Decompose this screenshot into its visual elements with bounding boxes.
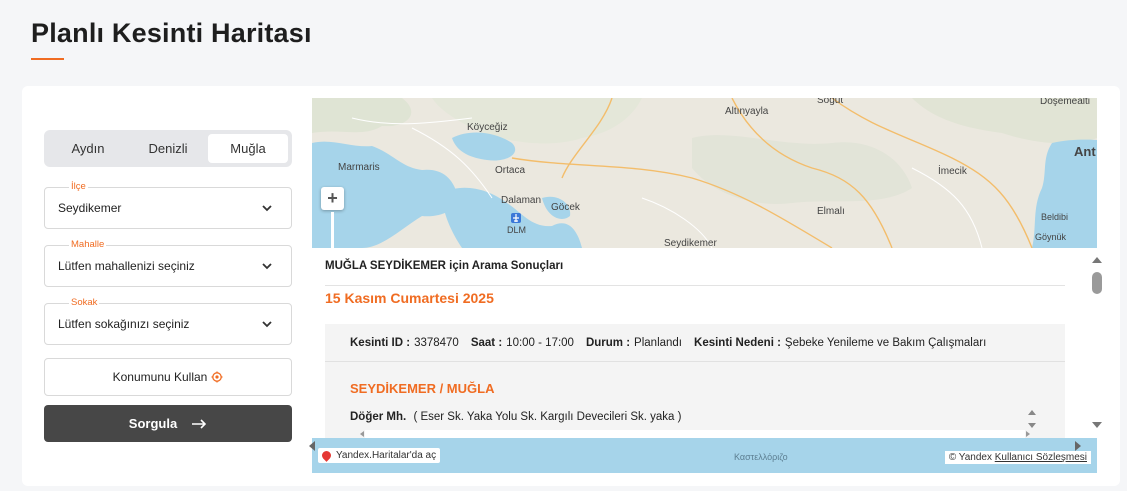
outage-time-value: 10:00 - 17:00 bbox=[506, 336, 574, 349]
map-label-dalaman: Dalaman bbox=[501, 195, 542, 206]
chevron-down-icon bbox=[262, 321, 272, 328]
map-label-marmaris: Marmaris bbox=[338, 162, 380, 173]
map-terrain bbox=[312, 98, 1097, 248]
map-label-dlm: DLM bbox=[507, 225, 527, 235]
map-label-goynuk: Göynük bbox=[1035, 232, 1067, 242]
neighborhood-value: Lütfen mahallenizi seçiniz bbox=[58, 259, 195, 273]
map-bottom-strip: Yandex.Haritalar'da aç Καστελλόριζο © Ya… bbox=[312, 438, 1097, 473]
map-label-gocek: Göcek bbox=[551, 202, 580, 213]
page-title: Planlı Kesinti Haritası bbox=[31, 18, 312, 48]
zoom-in-button[interactable]: + bbox=[321, 187, 344, 210]
outage-item: Kesinti ID : 3378470 Saat : 10:00 - 17:0… bbox=[325, 324, 1065, 438]
outage-street-name: Döğer Mh. bbox=[350, 411, 407, 423]
outage-summary-row: Kesinti ID : 3378470 Saat : 10:00 - 17:0… bbox=[325, 324, 1065, 362]
arrow-right-icon bbox=[192, 418, 207, 429]
map-label-imecik: İmecik bbox=[938, 166, 967, 177]
outage-id-value: 3378470 bbox=[414, 336, 459, 349]
tab-aydin[interactable]: Aydın bbox=[48, 134, 128, 163]
outage-reason-label: Kesinti Nedeni : bbox=[694, 336, 781, 349]
location-target-icon bbox=[211, 371, 223, 383]
map-label-altinyayla: Altınyayla bbox=[725, 106, 769, 117]
scroll-left-icon[interactable] bbox=[307, 440, 317, 452]
outage-street-detail: ( Eser Sk. Yaka Yolu Sk. Kargılı Devecil… bbox=[413, 411, 682, 423]
district-select[interactable]: İlçe Seydikemer bbox=[44, 181, 292, 229]
open-in-yandex-label: Yandex.Haritalar'da aç bbox=[336, 450, 437, 461]
query-label: Sorgula bbox=[128, 416, 178, 431]
scroll-right-icon[interactable] bbox=[1073, 440, 1083, 452]
map-label-dosemealti: Döşemealti bbox=[1040, 98, 1091, 107]
tab-mugla[interactable]: Muğla bbox=[208, 134, 288, 163]
airport-icon bbox=[511, 213, 521, 223]
map-label-beldibi: Beldibi bbox=[1041, 212, 1069, 222]
tab-denizli[interactable]: Denizli bbox=[128, 134, 208, 163]
outage-id-label: Kesinti ID : bbox=[350, 336, 411, 349]
outage-time-label: Saat : bbox=[470, 336, 503, 349]
outage-street: Döğer Mh. ( Eser Sk. Yaka Yolu Sk. Kargı… bbox=[350, 411, 681, 423]
open-in-yandex-link[interactable]: Yandex.Haritalar'da aç bbox=[318, 448, 441, 463]
inner-horizontal-scrollbar[interactable] bbox=[360, 430, 1030, 438]
district-value: Seydikemer bbox=[58, 201, 122, 215]
map-attribution: © Yandex Kullanıcı Sözleşmesi bbox=[944, 451, 1091, 464]
attribution-text: © Yandex bbox=[948, 452, 992, 463]
map-label-elmali: Elmalı bbox=[817, 206, 845, 217]
inner-scroll-arrows-icon[interactable] bbox=[1027, 408, 1037, 430]
yandex-pin-icon bbox=[320, 449, 333, 462]
outage-status-label: Durum : bbox=[585, 336, 631, 349]
results-header: MUĞLA SEYDİKEMER için Arama Sonuçları bbox=[325, 260, 564, 272]
neighborhood-label: Mahalle bbox=[69, 239, 107, 250]
zoom-slider-track[interactable] bbox=[331, 212, 334, 248]
outage-map[interactable]: Altınyayla Söğüt Döşemealti Köyceğiz Mar… bbox=[312, 98, 1097, 248]
results-date: 15 Kasım Cumartesi 2025 bbox=[325, 290, 494, 306]
map-label-kastellorizo: Καστελλόριζο bbox=[734, 452, 788, 462]
use-location-button[interactable]: Konumunu Kullan bbox=[44, 358, 292, 396]
map-label-ant: Ant bbox=[1074, 144, 1096, 159]
street-value: Lütfen sokağınızı seçiniz bbox=[58, 317, 190, 331]
use-location-label: Konumunu Kullan bbox=[112, 370, 208, 384]
scroll-left-small-icon bbox=[360, 431, 364, 437]
scroll-right-small-icon bbox=[1026, 431, 1030, 437]
street-label: Sokak bbox=[69, 297, 100, 308]
map-label-seydikemer: Seydikemer bbox=[664, 238, 717, 248]
title-underline bbox=[31, 58, 64, 60]
neighborhood-select[interactable]: Mahalle Lütfen mahallenizi seçiniz bbox=[44, 239, 292, 287]
map-label-ortaca: Ortaca bbox=[495, 165, 526, 176]
district-label: İlçe bbox=[69, 181, 88, 192]
map-label-sogut: Söğüt bbox=[817, 98, 844, 106]
outage-reason-value: Şebeke Yenileme ve Bakım Çalışmaları bbox=[784, 336, 987, 349]
outage-status-value: Planlandı bbox=[634, 336, 683, 349]
query-button[interactable]: Sorgula bbox=[44, 405, 292, 442]
map-label-koycegiz: Köyceğiz bbox=[467, 122, 508, 133]
province-tabs: Aydın Denizli Muğla bbox=[44, 130, 292, 167]
chevron-down-icon bbox=[262, 205, 272, 212]
terms-link[interactable]: Kullanıcı Sözleşmesi bbox=[995, 452, 1087, 463]
vertical-scroll-thumb[interactable] bbox=[1092, 272, 1102, 294]
results-panel: MUĞLA SEYDİKEMER için Arama Sonuçları 15… bbox=[312, 248, 1097, 438]
street-select[interactable]: Sokak Lütfen sokağınızı seçiniz bbox=[44, 297, 292, 345]
outage-region: SEYDİKEMER / MUĞLA bbox=[350, 381, 495, 396]
results-divider bbox=[325, 285, 1065, 286]
chevron-down-icon bbox=[262, 263, 272, 270]
